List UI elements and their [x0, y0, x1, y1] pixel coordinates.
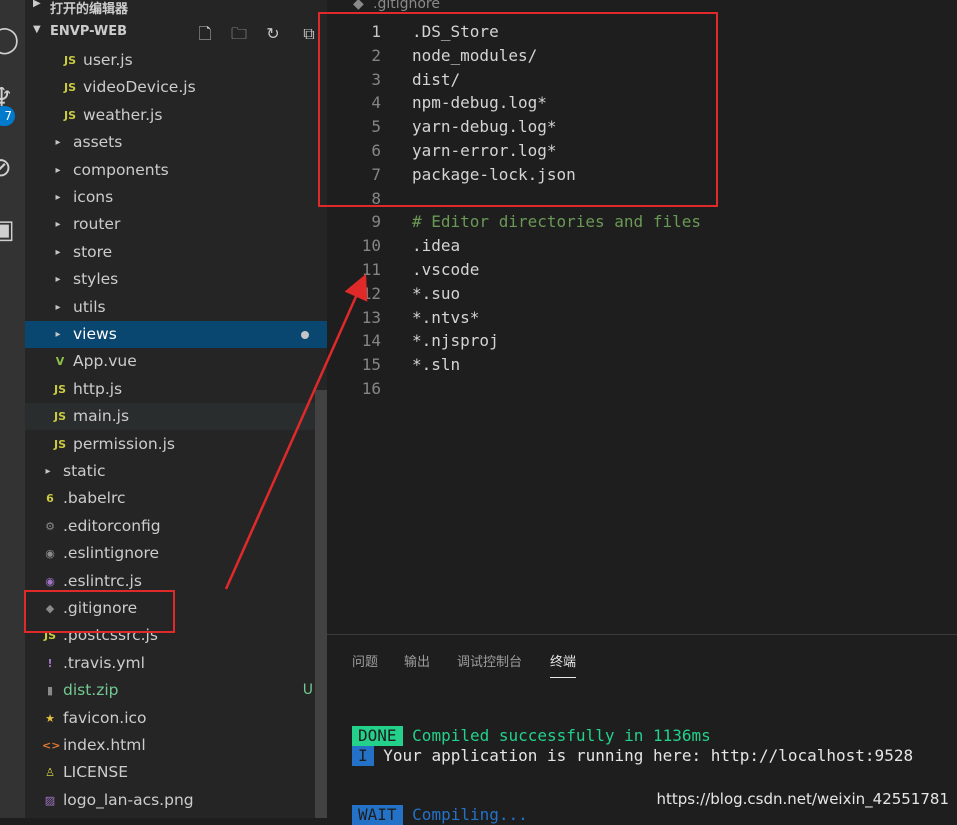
annotation-arrow: [224, 273, 368, 590]
watermark: https://blog.csdn.net/weixin_42551781: [656, 790, 949, 808]
